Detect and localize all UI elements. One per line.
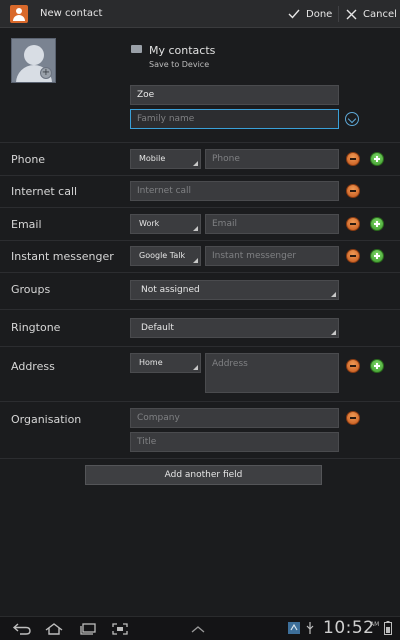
groups-label: Groups <box>11 283 51 296</box>
company-input[interactable]: Company <box>130 408 339 428</box>
im-input[interactable]: Instant messenger <box>205 246 339 266</box>
organisation-label: Organisation <box>11 413 82 426</box>
action-bar-separator <box>338 6 339 22</box>
internet-call-label: Internet call <box>11 185 78 198</box>
add-photo-icon: + <box>40 67 52 79</box>
address-label: Address <box>11 360 55 373</box>
cancel-label: Cancel <box>363 8 397 20</box>
title-input[interactable]: Title <box>130 432 339 452</box>
divider <box>0 346 400 347</box>
usb-icon <box>306 622 314 634</box>
battery-icon <box>384 621 392 635</box>
divider <box>0 142 400 143</box>
system-bar: 10:52 AM <box>0 616 400 640</box>
expand-name-icon[interactable] <box>345 112 359 126</box>
remove-im-icon[interactable] <box>346 249 360 263</box>
remove-phone-icon[interactable] <box>346 152 360 166</box>
remove-address-icon[interactable] <box>346 359 360 373</box>
divider <box>0 175 400 176</box>
checkmark-icon <box>288 9 300 19</box>
divider <box>0 458 400 459</box>
phone-input[interactable]: Phone <box>205 149 339 169</box>
email-type-spinner[interactable]: Work <box>130 214 201 234</box>
address-input[interactable]: Address <box>205 353 339 393</box>
home-icon[interactable] <box>44 622 64 636</box>
done-button[interactable]: Done <box>288 0 332 28</box>
divider <box>0 240 400 241</box>
im-label: Instant messenger <box>11 250 114 263</box>
done-label: Done <box>306 8 333 20</box>
ringtone-label: Ringtone <box>11 321 61 334</box>
screen-title: New contact <box>40 8 103 19</box>
contact-photo-button[interactable]: + <box>11 38 56 83</box>
cancel-button[interactable]: Cancel <box>346 0 397 28</box>
close-icon <box>346 9 357 19</box>
account-sub: Save to Device <box>149 60 210 69</box>
chevron-up-icon[interactable] <box>190 625 206 633</box>
given-name-input[interactable]: Zoe <box>130 85 339 105</box>
remove-organisation-icon[interactable] <box>346 411 360 425</box>
groups-spinner[interactable]: Not assigned <box>130 280 339 300</box>
back-icon[interactable] <box>12 622 32 636</box>
screenshot-icon[interactable] <box>110 622 130 636</box>
email-input[interactable]: Email <box>205 214 339 234</box>
phone-type-spinner[interactable]: Mobile <box>130 149 201 169</box>
add-phone-icon[interactable] <box>370 152 384 166</box>
sync-notification-icon <box>288 622 300 634</box>
account-storage-icon <box>131 45 142 53</box>
add-email-icon[interactable] <box>370 217 384 231</box>
divider <box>0 401 400 402</box>
ringtone-spinner[interactable]: Default <box>130 318 339 338</box>
email-label: Email <box>11 218 42 231</box>
divider <box>0 207 400 208</box>
contacts-app-icon <box>10 5 28 23</box>
add-im-icon[interactable] <box>370 249 384 263</box>
family-name-input[interactable]: Family name <box>130 109 339 129</box>
recent-apps-icon[interactable] <box>78 622 98 636</box>
internet-call-input[interactable]: Internet call <box>130 181 339 201</box>
action-bar: New contact Done Cancel <box>0 0 400 28</box>
add-another-field-button[interactable]: Add another field <box>85 465 322 485</box>
remove-internet-call-icon[interactable] <box>346 184 360 198</box>
address-type-spinner[interactable]: Home <box>130 353 201 373</box>
clock-ampm: AM <box>370 621 380 628</box>
divider <box>0 309 400 310</box>
add-address-icon[interactable] <box>370 359 384 373</box>
remove-email-icon[interactable] <box>346 217 360 231</box>
clock-time: 10:52 <box>323 618 375 638</box>
divider <box>0 272 400 273</box>
account-name: My contacts <box>149 44 216 57</box>
im-type-spinner[interactable]: Google Talk <box>130 246 201 266</box>
phone-label: Phone <box>11 153 46 166</box>
